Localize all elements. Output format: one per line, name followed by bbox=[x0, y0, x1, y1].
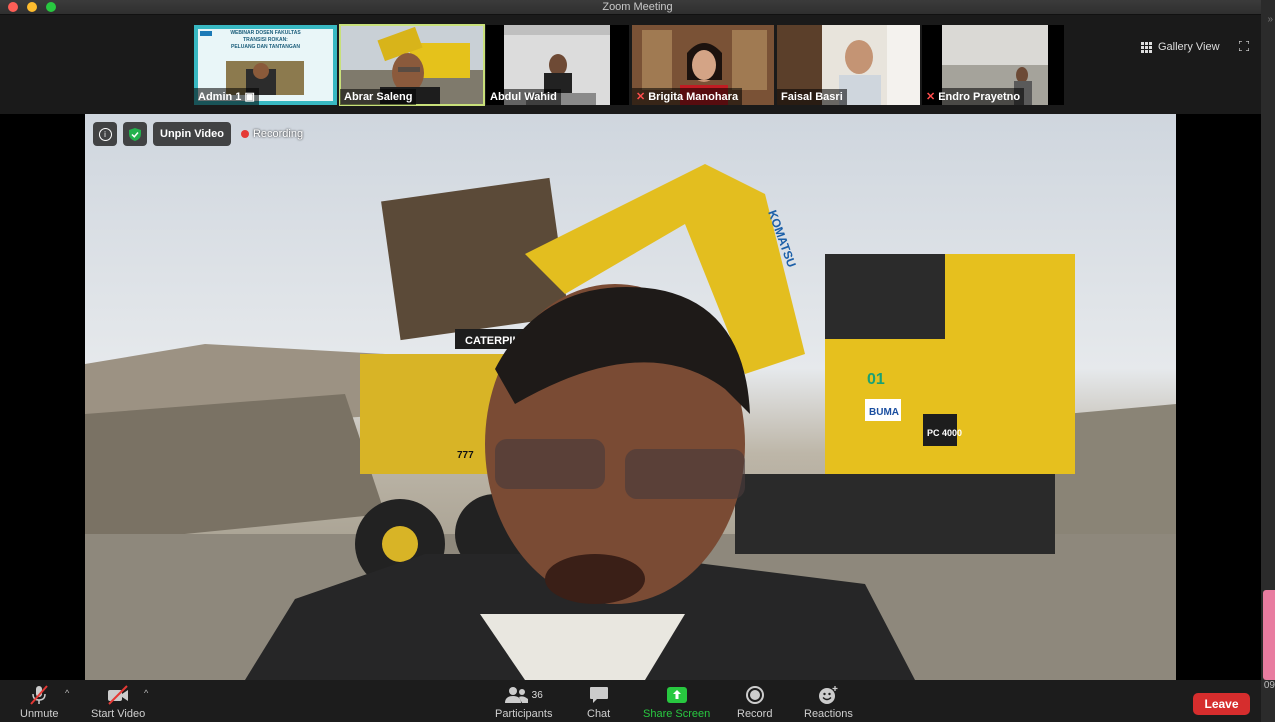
participant-name: Abdul Wahid bbox=[486, 89, 561, 105]
participants-icon bbox=[504, 687, 528, 703]
info-icon: i bbox=[98, 127, 112, 141]
participant-name: Abrar Saleng bbox=[340, 89, 417, 105]
record-label: Record bbox=[737, 708, 773, 720]
record-button[interactable]: Record bbox=[737, 684, 772, 720]
recording-dot-icon bbox=[240, 130, 249, 138]
grid-icon bbox=[1141, 41, 1152, 53]
slide-line: WEBINAR DOSEN FAKULTAS bbox=[230, 30, 301, 36]
reactions-icon bbox=[819, 686, 838, 704]
participant-tile[interactable]: Abdul Wahid bbox=[486, 25, 629, 105]
start-video-button[interactable]: Start Video bbox=[91, 684, 145, 720]
chat-button[interactable]: Chat bbox=[587, 684, 610, 720]
shield-icon bbox=[129, 127, 141, 141]
background-window-number: 09 bbox=[1263, 680, 1275, 691]
audio-options-chevron-icon[interactable]: ^ bbox=[65, 688, 69, 698]
share-screen-label: Share Screen bbox=[643, 708, 711, 720]
participant-name: Faisal Basri bbox=[777, 89, 847, 105]
participant-name: Admin 1 ▣ bbox=[194, 88, 259, 105]
video-options-chevron-icon[interactable]: ^ bbox=[144, 688, 148, 698]
gallery-strip: WEBINAR DOSEN FAKULTAS TRANSISI ROKAN: P… bbox=[0, 15, 1261, 113]
video-overlay-controls: i Unpin Video Recording bbox=[93, 122, 303, 146]
share-screen-icon bbox=[666, 687, 687, 703]
participant-name: ✕ Brigita Manohara bbox=[632, 88, 743, 105]
fullscreen-icon[interactable] bbox=[1239, 41, 1249, 51]
security-button[interactable] bbox=[123, 122, 147, 146]
participant-tile[interactable]: WEBINAR DOSEN FAKULTAS TRANSISI ROKAN: P… bbox=[194, 25, 337, 105]
chat-label: Chat bbox=[587, 708, 611, 720]
chat-icon bbox=[589, 687, 608, 703]
gallery-view-button[interactable]: Gallery View bbox=[1141, 41, 1220, 53]
participant-tile[interactable]: ✕ Brigita Manohara bbox=[632, 25, 774, 105]
reactions-label: Reactions bbox=[804, 708, 853, 720]
unmute-button[interactable]: Unmute bbox=[20, 684, 59, 720]
excavator-owner-label: BUMA bbox=[869, 407, 899, 418]
meeting-toolbar: Unmute ^ Start Video ^ 36 Participants C… bbox=[0, 680, 1261, 722]
participant-tile[interactable]: ✕ Endro Prayetno bbox=[922, 25, 1064, 105]
chevron-right-icon[interactable]: » bbox=[1267, 14, 1273, 25]
start-video-label: Start Video bbox=[91, 708, 146, 720]
screen-share-icon: ▣ bbox=[244, 91, 255, 103]
participants-label: Participants bbox=[495, 708, 553, 720]
slide-line: TRANSISI ROKAN: bbox=[243, 37, 288, 43]
title-bar: Zoom Meeting bbox=[0, 0, 1275, 15]
background-window-edge bbox=[1263, 590, 1275, 680]
participants-count: 36 bbox=[531, 689, 543, 701]
virtual-background-mining-scene: CATERPILLAR 777 KOMATSU 01 BUMA PC 4000 bbox=[85, 164, 1176, 680]
excavator-unit-label: 01 bbox=[867, 371, 885, 388]
truck-number-label: 777 bbox=[457, 450, 474, 461]
participants-button[interactable]: 36 Participants bbox=[495, 684, 552, 720]
unmute-label: Unmute bbox=[20, 708, 59, 720]
letterbox-right bbox=[1176, 114, 1261, 680]
excavator-model-label: PC 4000 bbox=[927, 428, 962, 438]
record-icon bbox=[745, 686, 764, 704]
active-speaker-video: CATERPILLAR 777 KOMATSU 01 BUMA PC 4000 bbox=[85, 114, 1176, 680]
unpin-video-button[interactable]: Unpin Video bbox=[153, 122, 231, 146]
window-title: Zoom Meeting bbox=[602, 1, 673, 13]
side-edge: » 09 bbox=[1261, 0, 1275, 722]
muted-mic-icon bbox=[30, 685, 49, 705]
reactions-button[interactable]: Reactions bbox=[804, 684, 853, 720]
participant-name: ✕ Endro Prayetno bbox=[922, 88, 1025, 105]
video-off-icon bbox=[108, 685, 129, 705]
letterbox-left bbox=[0, 114, 85, 680]
slide-line: PELUANG DAN TANTANGAN bbox=[231, 44, 300, 50]
leave-button[interactable]: Leave bbox=[1193, 693, 1250, 715]
participant-tile[interactable]: Faisal Basri bbox=[777, 25, 920, 105]
meeting-info-button[interactable]: i bbox=[93, 122, 117, 146]
participant-tile[interactable]: Abrar Saleng bbox=[339, 24, 485, 106]
share-screen-button[interactable]: Share Screen bbox=[643, 684, 710, 720]
recording-label: Recording bbox=[252, 128, 304, 140]
recording-indicator: Recording bbox=[240, 128, 304, 140]
muted-mic-icon: ✕ bbox=[636, 91, 646, 103]
muted-mic-icon: ✕ bbox=[926, 91, 936, 103]
gallery-view-label: Gallery View bbox=[1158, 41, 1220, 53]
